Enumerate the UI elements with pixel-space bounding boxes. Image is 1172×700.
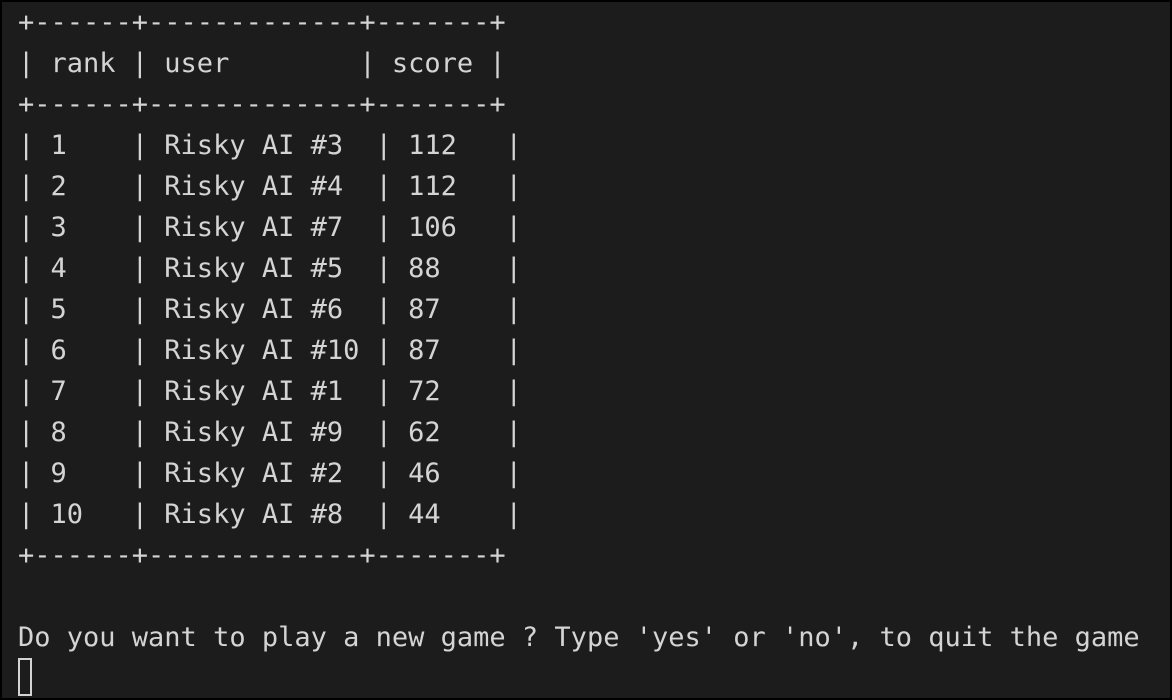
table-row: | 2 | Risky AI #4 | 112 | [18, 171, 522, 202]
table-row: | 1 | Risky AI #3 | 112 | [18, 130, 522, 161]
table-row: | 10 | Risky AI #8 | 44 | [18, 499, 522, 530]
table-border-bottom: +------+-------------+-------+ [18, 540, 506, 571]
table-border-top: +------+-------------+-------+ [18, 7, 506, 38]
table-row: | 7 | Risky AI #1 | 72 | [18, 376, 522, 407]
table-header-row: | rank | user | score | [18, 48, 506, 79]
input-cursor[interactable] [18, 658, 32, 696]
table-row: | 3 | Risky AI #7 | 106 | [18, 212, 522, 243]
new-game-prompt: Do you want to play a new game ? Type 'y… [18, 622, 1140, 653]
table-row: | 9 | Risky AI #2 | 46 | [18, 458, 522, 489]
table-border-middle: +------+-------------+-------+ [18, 89, 506, 120]
table-row: | 5 | Risky AI #6 | 87 | [18, 294, 522, 325]
table-row: | 6 | Risky AI #10 | 87 | [18, 335, 522, 366]
table-row: | 8 | Risky AI #9 | 62 | [18, 417, 522, 448]
table-row: | 4 | Risky AI #5 | 88 | [18, 253, 522, 284]
terminal-window[interactable]: +------+-------------+-------+ | rank | … [2, 2, 1170, 698]
